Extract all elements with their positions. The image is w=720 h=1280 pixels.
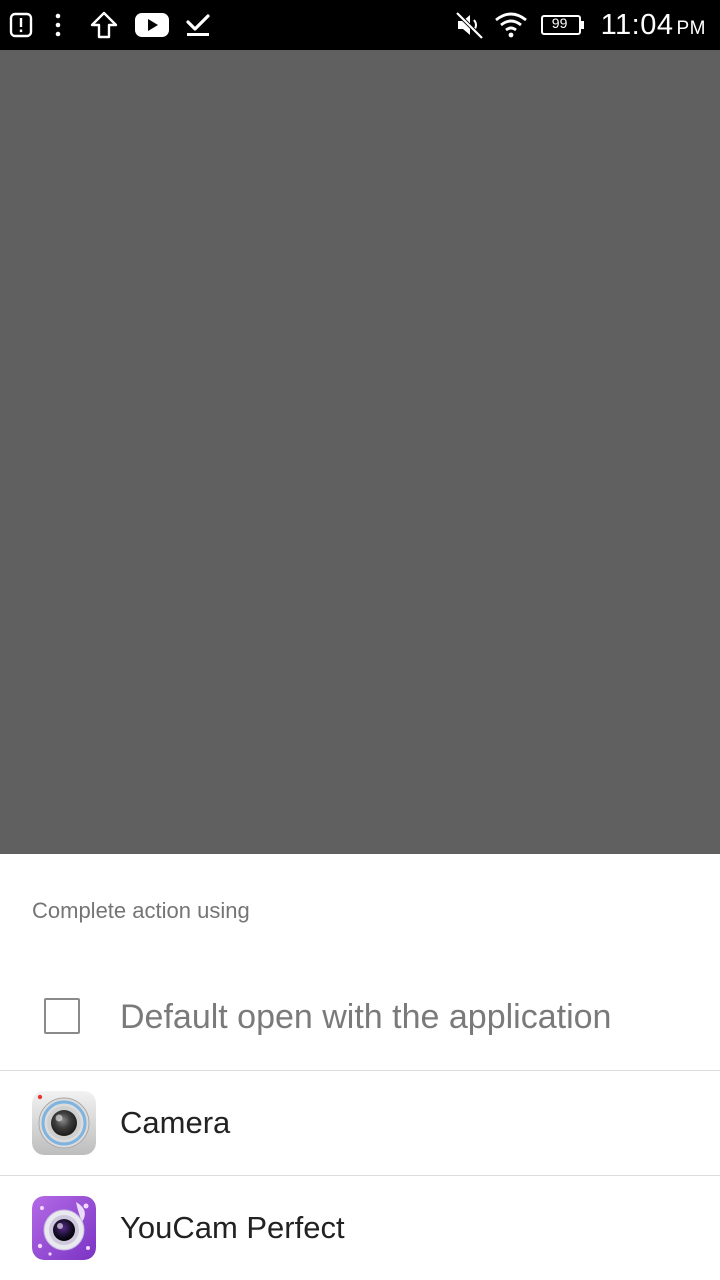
dim-overlay[interactable] — [0, 50, 720, 854]
app-label-camera: Camera — [120, 1105, 231, 1140]
app-label-youcam-perfect: YouCam Perfect — [120, 1210, 345, 1245]
wifi-icon — [491, 0, 531, 50]
status-bar: 99 11:04 PM — [0, 0, 720, 50]
default-open-row[interactable]: Default open with the application — [0, 970, 720, 1070]
clock: 11:04 PM — [601, 9, 706, 42]
notification-icons — [6, 0, 216, 50]
app-item-youcam-perfect[interactable]: YouCam Perfect — [0, 1176, 720, 1280]
youtube-icon — [132, 0, 172, 50]
battery-level-text: 99 — [551, 15, 568, 31]
system-status: 99 11:04 PM — [451, 0, 706, 50]
download-done-icon — [180, 0, 216, 50]
default-open-checkbox[interactable] — [44, 998, 80, 1034]
upload-arrow-icon — [86, 0, 122, 50]
screen: 99 11:04 PM Complete action using Default… — [0, 0, 720, 1280]
camera-app-icon — [32, 1091, 96, 1155]
mute-icon — [451, 0, 487, 50]
clock-ampm: PM — [676, 17, 706, 39]
more-vert-icon — [40, 0, 76, 50]
battery-icon: 99 — [540, 14, 585, 36]
default-open-label: Default open with the application — [120, 998, 612, 1036]
chooser-title: Complete action using — [32, 898, 250, 923]
clock-time: 11:04 — [600, 8, 674, 41]
app-item-camera[interactable]: Camera — [0, 1071, 720, 1175]
alert-icon — [6, 0, 36, 50]
youcam-perfect-app-icon — [32, 1196, 96, 1260]
